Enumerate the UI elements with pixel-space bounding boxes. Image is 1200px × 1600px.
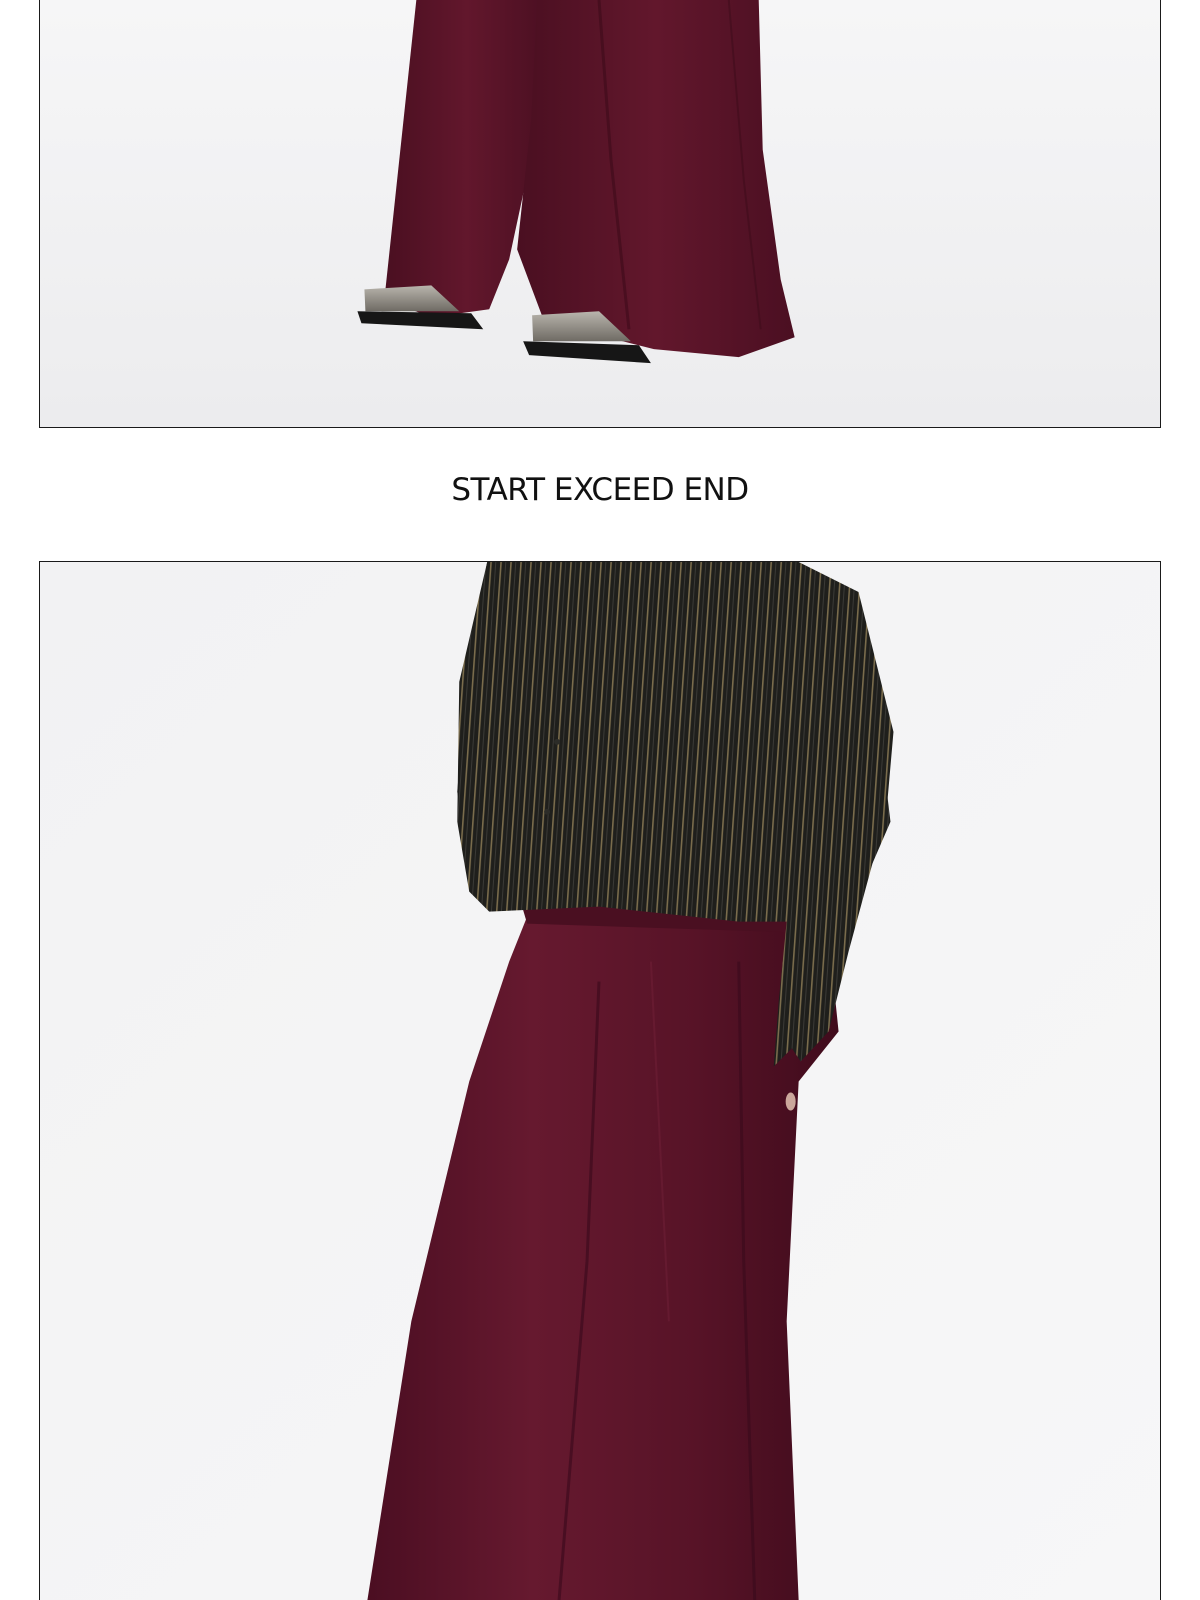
- product-detail-page: START EXCEED END: [0, 0, 1200, 1600]
- trouser-hem-and-shoes-photo: [39, 0, 1161, 428]
- outfit-illustration: [40, 562, 1160, 1600]
- right-trouser-leg: [517, 0, 795, 358]
- collection-caption: START EXCEED END: [451, 472, 749, 508]
- trouser-hem-illustration: [40, 0, 1160, 427]
- hand: [785, 1092, 796, 1111]
- striped-shirt-and-wide-trousers-photo: [39, 561, 1161, 1600]
